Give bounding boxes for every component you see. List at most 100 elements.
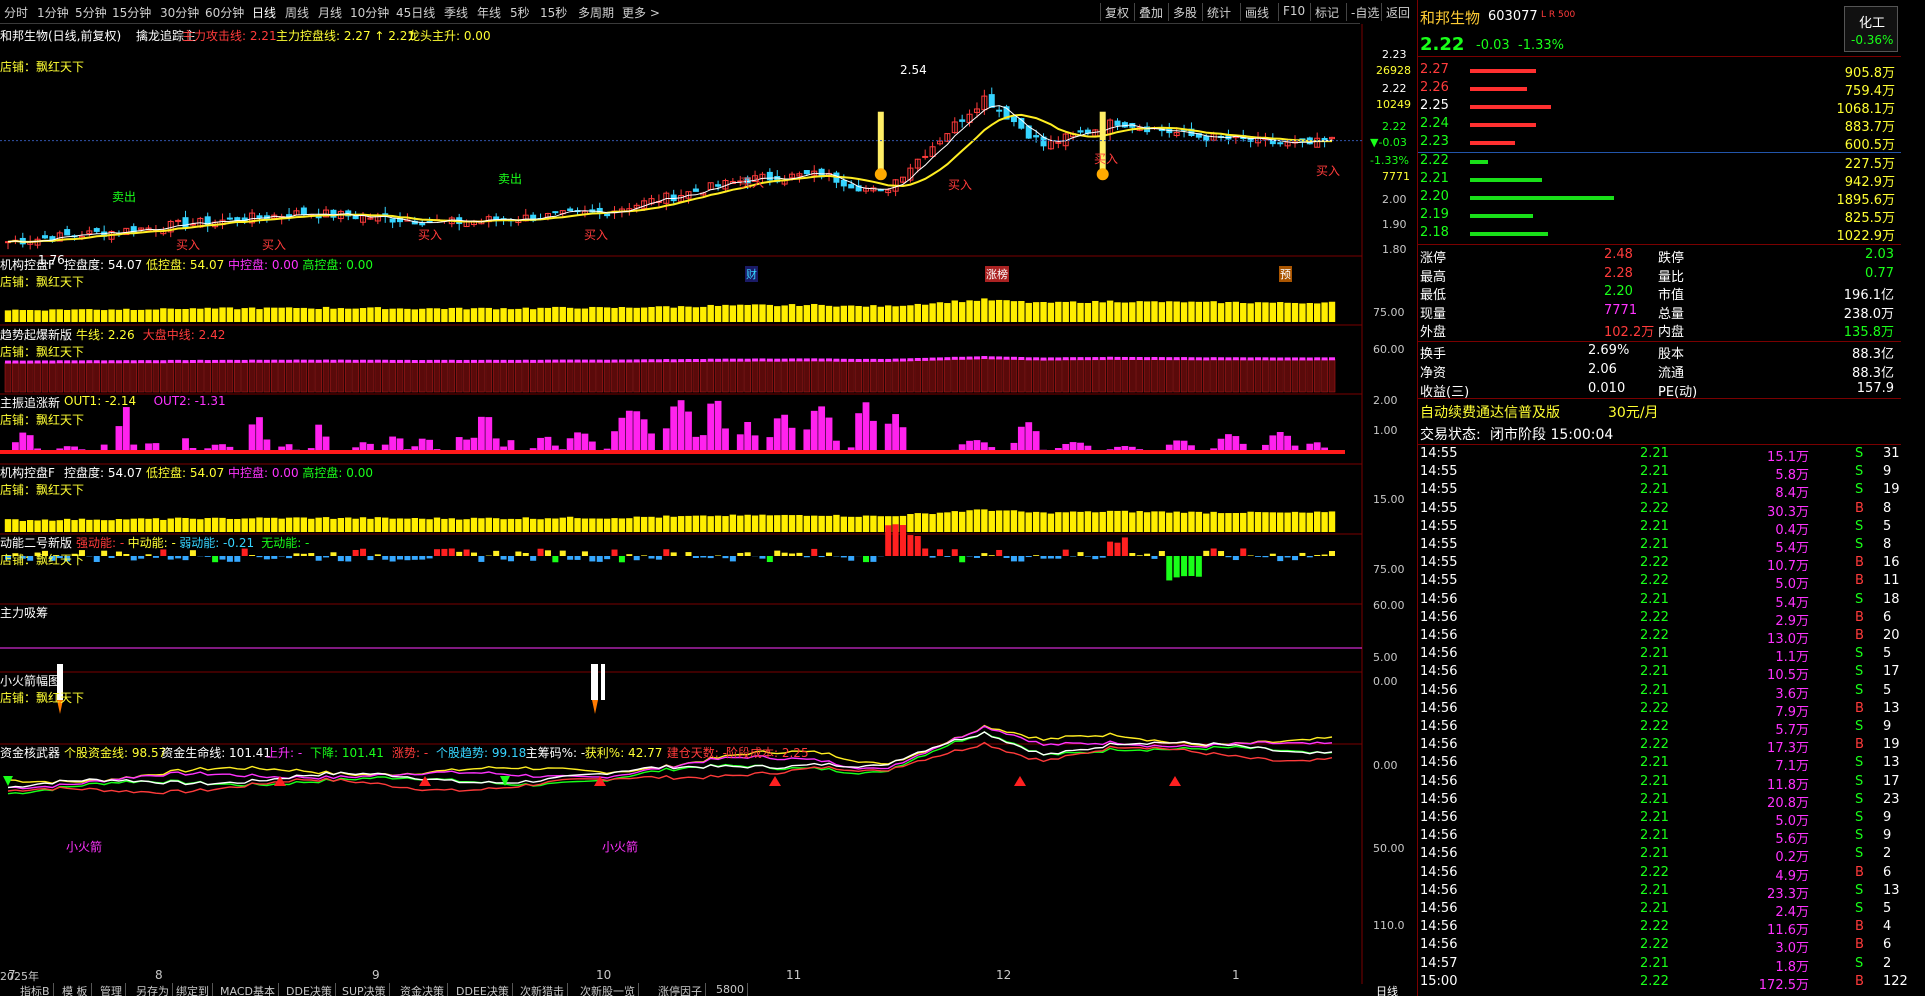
toolbar-button[interactable]: 复权 xyxy=(1100,3,1133,21)
tick-direction: B xyxy=(1855,919,1864,935)
bar xyxy=(1143,512,1151,532)
bar xyxy=(877,516,885,532)
bar xyxy=(204,307,211,322)
bar xyxy=(907,359,914,393)
bar xyxy=(1166,556,1173,581)
indicator-tab[interactable]: DDE决策 xyxy=(286,983,336,996)
candle-body xyxy=(41,235,48,239)
indicator-tab[interactable]: DDEE决策 xyxy=(456,983,513,996)
month-label: 11 xyxy=(786,968,802,982)
bar xyxy=(1254,358,1262,393)
bar xyxy=(981,509,988,532)
bar xyxy=(1218,551,1225,556)
bar xyxy=(729,514,737,532)
indicator-tab[interactable]: MACD基本 xyxy=(220,983,279,996)
bar-cap xyxy=(973,356,980,360)
toolbar-button[interactable]: 返回 xyxy=(1381,3,1414,21)
tick-direction: S xyxy=(1855,646,1864,662)
bar xyxy=(1114,510,1121,532)
indicator-tab[interactable]: 模 板 xyxy=(62,983,92,996)
bar xyxy=(803,556,810,558)
candle-body xyxy=(766,171,773,181)
panel-title: 趋势起爆新版 xyxy=(0,328,73,342)
bar xyxy=(670,552,677,556)
chart-area[interactable] xyxy=(0,24,1417,984)
bar xyxy=(1284,359,1291,393)
tick-row: 14:55 2.21 15.1万 S 31 xyxy=(1418,446,1901,465)
panel-indicator-value: 阶段成本: 2.25 xyxy=(726,746,809,760)
stat-label: 市值 xyxy=(1658,288,1685,303)
period-tab[interactable]: 月线 xyxy=(318,4,342,21)
bar xyxy=(788,515,796,532)
period-tab[interactable]: 45日线 xyxy=(396,4,435,21)
bar-cap xyxy=(951,356,958,360)
bar xyxy=(308,308,315,322)
toolbar-button[interactable]: F10 xyxy=(1278,3,1309,21)
period-tab[interactable]: 15秒 xyxy=(540,4,567,21)
period-tab[interactable]: 分时 xyxy=(4,4,28,21)
period-tab[interactable]: 60分钟 xyxy=(205,4,244,21)
bar xyxy=(330,518,337,532)
tick-time: 14:56 xyxy=(1420,791,1458,807)
period-tab[interactable]: 多周期 xyxy=(578,4,614,21)
indicator-tab[interactable]: 次新猎击 xyxy=(520,983,568,996)
period-tab[interactable]: 年线 xyxy=(477,4,501,21)
bar xyxy=(988,510,995,532)
indicator-tab[interactable]: 涨停因子 xyxy=(658,983,706,996)
price-axis-label: 2.22 xyxy=(1382,82,1407,95)
toolbar-button[interactable]: 叠加 xyxy=(1134,3,1167,21)
period-tab[interactable]: 5分钟 xyxy=(75,4,107,21)
indicator-tab[interactable]: 5800 xyxy=(716,983,748,996)
promo-link[interactable]: 自动续费通达信普及版 xyxy=(1420,402,1560,422)
bar-cap xyxy=(419,360,426,364)
period-tab[interactable]: 1分钟 xyxy=(37,4,69,21)
indicator-tab[interactable]: SUP决策 xyxy=(342,983,390,996)
tick-row: 15:00 2.22 172.5万 B 122 xyxy=(1418,974,1908,993)
indicator-tab[interactable]: 资金决策 xyxy=(400,983,448,996)
period-tab[interactable]: 日线 xyxy=(252,4,276,21)
tick-count: 9 xyxy=(1883,464,1892,480)
period-tab[interactable]: 15分钟 xyxy=(112,4,151,21)
bar-cap xyxy=(286,359,293,363)
bar xyxy=(640,307,648,322)
tick-time: 14:56 xyxy=(1420,901,1458,916)
toolbar-button[interactable]: 标记 xyxy=(1310,3,1343,21)
period-tab[interactable]: 10分钟 xyxy=(350,4,389,21)
period-tab[interactable]: 周线 xyxy=(285,4,309,21)
bar xyxy=(892,414,899,454)
toolbar-button[interactable]: 多股 xyxy=(1168,3,1201,21)
bar-cap xyxy=(1173,357,1180,361)
bar xyxy=(344,361,352,393)
bid-price: 2.18 xyxy=(1420,225,1449,240)
indicator-tab[interactable]: 管理 xyxy=(100,983,126,996)
indicator-tab[interactable]: 绑定到 xyxy=(176,983,213,996)
bar xyxy=(1055,556,1062,559)
bar xyxy=(381,361,389,393)
toolbar-button[interactable]: 统计 xyxy=(1202,3,1235,21)
bar xyxy=(108,361,115,393)
period-tab[interactable]: 更多 > xyxy=(622,4,660,21)
indicator-tab[interactable]: 次新股一览 xyxy=(580,983,639,996)
bar xyxy=(26,520,34,532)
toolbar-button[interactable]: 画线 xyxy=(1240,3,1273,21)
toolbar-button[interactable]: -自选 xyxy=(1346,3,1383,21)
candle-body xyxy=(996,109,1003,112)
bar xyxy=(389,556,396,562)
period-tab[interactable]: 30分钟 xyxy=(160,4,199,21)
indicator-tab[interactable]: 另存为 xyxy=(136,983,173,996)
period-indicator[interactable]: 日线 xyxy=(1376,983,1401,996)
candle-body xyxy=(1010,116,1017,123)
indicator-tab[interactable]: 指标B xyxy=(20,983,54,996)
bar xyxy=(1069,511,1077,532)
bar xyxy=(441,309,448,322)
period-tab[interactable]: 5秒 xyxy=(510,4,530,21)
bar xyxy=(1240,303,1247,322)
bar xyxy=(492,518,500,532)
sector-box[interactable]: 化工 -0.36% xyxy=(1844,6,1898,52)
period-tab[interactable]: 季线 xyxy=(444,4,468,21)
bar xyxy=(1195,358,1203,393)
tick-price: 2.21 xyxy=(1640,537,1669,552)
tick-price: 2.22 xyxy=(1640,609,1669,625)
bar xyxy=(189,550,196,556)
bar-cap xyxy=(152,360,159,364)
